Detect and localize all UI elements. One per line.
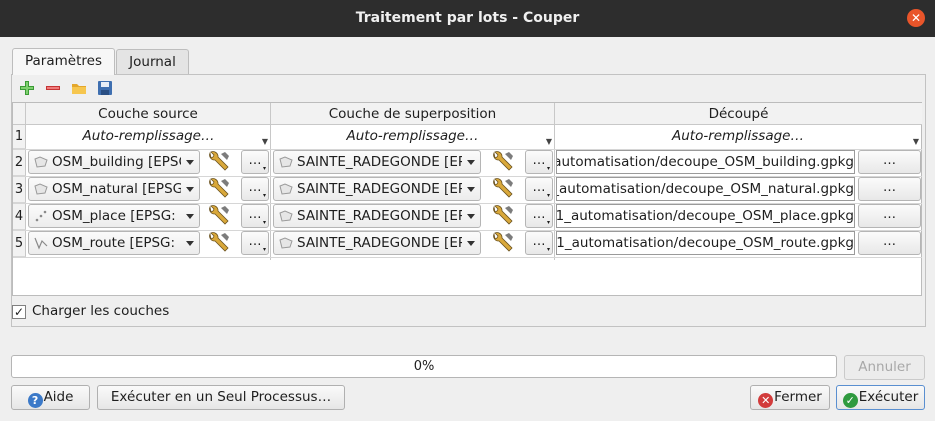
autofill-output[interactable]: Auto-remplissage… ▼ [555, 125, 921, 149]
dropdown-arrow-icon [467, 241, 475, 246]
polygon-layer-icon [34, 156, 48, 168]
tab-journal[interactable]: Journal [116, 49, 189, 74]
polygon-layer-icon [279, 210, 293, 222]
browse-source-button[interactable]: … ▾ [241, 231, 269, 255]
overlay-layer-combo[interactable]: SAINTE_RADEGONDE [EPSG [273, 231, 481, 255]
overlay-layer-combo[interactable]: SAINTE_RADEGONDE [EPSG [273, 204, 481, 228]
cancel-button[interactable]: Annuler [844, 355, 925, 380]
wrench-icon[interactable] [490, 177, 516, 201]
corner-header [13, 103, 26, 125]
remove-row-icon[interactable] [45, 80, 61, 96]
polygon-layer-icon [34, 183, 48, 195]
run-button[interactable]: ✓ Exécuter [836, 385, 925, 410]
browse-output-button[interactable]: … [858, 150, 921, 174]
row-number: 5 [13, 230, 26, 257]
output-path-field[interactable]: QGIS_11_automatisation/decoupe_OSM_build… [556, 150, 855, 174]
row-number: 2 [13, 149, 26, 176]
help-icon: ? [27, 393, 43, 408]
wrench-icon[interactable] [206, 231, 232, 255]
overlay-layer-value: SAINTE_RADEGONDE [EPSG [297, 235, 462, 251]
line-layer-icon [34, 237, 48, 250]
source-layer-combo[interactable]: OSM_place [EPSG: [28, 204, 200, 228]
row-number: 4 [13, 203, 26, 230]
add-row-icon[interactable] [19, 80, 35, 96]
wrench-icon[interactable] [490, 150, 516, 174]
output-path-field[interactable]: QGIS_11_automatisation/decoupe_OSM_route… [556, 231, 855, 255]
browse-source-button[interactable]: … ▾ [241, 204, 269, 228]
autofill-overlay[interactable]: Auto-remplissage… ▼ [271, 125, 554, 149]
wrench-icon[interactable] [490, 231, 516, 255]
browse-overlay-button[interactable]: … ▾ [525, 204, 553, 228]
overlay-layer-value: SAINTE_RADEGONDE [EPSG [297, 154, 462, 170]
save-icon[interactable] [97, 80, 113, 96]
row-number: 3 [13, 176, 26, 203]
dropdown-arrow-icon [467, 214, 475, 219]
tab-parametres[interactable]: Paramètres [12, 48, 115, 75]
browse-source-button[interactable]: … ▾ [241, 177, 269, 201]
output-path-field[interactable]: QGIS_11_automatisation/decoupe_OSM_place… [556, 204, 855, 228]
overlay-layer-value: SAINTE_RADEGONDE [EPSG [297, 181, 462, 197]
window-title: Traitement par lots - Couper [355, 10, 580, 26]
wrench-icon[interactable] [490, 204, 516, 228]
source-layer-value: OSM_natural [EPSG: [52, 181, 181, 197]
close-window-button[interactable]: ✕ [907, 9, 925, 27]
polygon-layer-icon [279, 237, 293, 249]
source-layer-combo[interactable]: OSM_natural [EPSG: [28, 177, 200, 201]
source-layer-combo[interactable]: OSM_route [EPSG: [28, 231, 200, 255]
column-header-output[interactable]: Découpé [555, 103, 922, 125]
dropdown-arrow-icon [186, 187, 194, 192]
overlay-layer-combo[interactable]: SAINTE_RADEGONDE [EPSG [273, 177, 481, 201]
close-icon: ✕ [758, 393, 774, 408]
source-layer-value: OSM_route [EPSG: [52, 235, 176, 251]
load-layers-label[interactable]: Charger les couches [32, 303, 169, 319]
progress-label: 0% [413, 359, 435, 374]
help-button[interactable]: ? Aide [11, 385, 90, 410]
dropdown-arrow-icon [186, 241, 194, 246]
title-bar: Traitement par lots - Couper ✕ [0, 0, 935, 37]
wrench-icon[interactable] [206, 204, 232, 228]
source-layer-value: OSM_building [EPSG: [52, 154, 181, 170]
autofill-label: Auto-remplissage… [671, 128, 804, 144]
row-number: 1 [13, 125, 26, 149]
wrench-icon[interactable] [206, 150, 232, 174]
polygon-layer-icon [279, 183, 293, 195]
point-layer-icon [35, 210, 47, 222]
browse-overlay-button[interactable]: … ▾ [525, 231, 553, 255]
open-folder-icon[interactable] [71, 80, 87, 96]
close-icon: ✕ [910, 11, 922, 25]
dropdown-arrow-icon [467, 187, 475, 192]
source-layer-combo[interactable]: OSM_building [EPSG: [28, 150, 200, 174]
browse-output-button[interactable]: … [858, 204, 921, 228]
wrench-icon[interactable] [206, 177, 232, 201]
browse-output-button[interactable]: … [858, 177, 921, 201]
dropdown-arrow-icon [467, 160, 475, 165]
polygon-layer-icon [279, 156, 293, 168]
browse-overlay-button[interactable]: … ▾ [525, 150, 553, 174]
overlay-layer-combo[interactable]: SAINTE_RADEGONDE [EPSG [273, 150, 481, 174]
load-layers-checkbox[interactable]: ✓ [12, 305, 26, 319]
run-single-process-button[interactable]: Exécuter en un Seul Processus… [97, 385, 345, 410]
overlay-layer-value: SAINTE_RADEGONDE [EPSG [297, 208, 462, 224]
source-layer-value: OSM_place [EPSG: [52, 208, 176, 224]
dropdown-arrow-icon [186, 160, 194, 165]
close-button[interactable]: ✕ Fermer [750, 385, 830, 410]
dropdown-arrow-icon [186, 214, 194, 219]
progress-bar: 0% [11, 355, 837, 378]
autofill-label: Auto-remplissage… [346, 128, 479, 144]
output-path-field[interactable]: QGIS_11_automatisation/decoupe_OSM_natur… [556, 177, 855, 201]
browse-source-button[interactable]: … ▾ [241, 150, 269, 174]
row-divider [13, 257, 922, 258]
column-header-overlay[interactable]: Couche de superposition [271, 103, 555, 125]
column-header-source[interactable]: Couche source [26, 103, 271, 125]
autofill-label: Auto-remplissage… [82, 128, 215, 144]
autofill-source[interactable]: Auto-remplissage… ▼ [27, 125, 270, 149]
browse-overlay-button[interactable]: … ▾ [525, 177, 553, 201]
browse-output-button[interactable]: … [858, 231, 921, 255]
check-icon: ✓ [842, 393, 858, 408]
